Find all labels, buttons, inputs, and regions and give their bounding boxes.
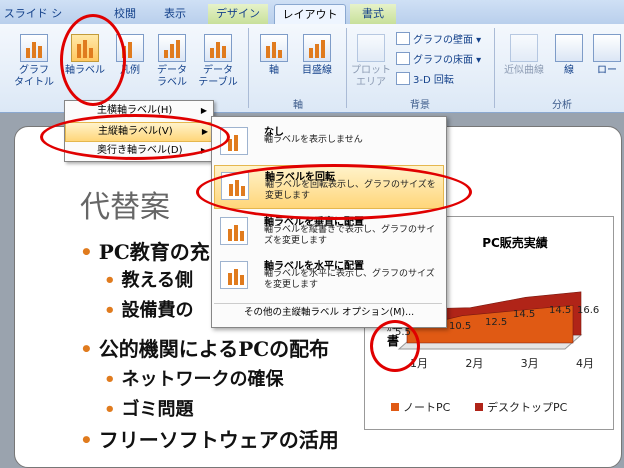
axes-group-label: 軸	[293, 100, 303, 111]
axes-button[interactable]: 軸	[256, 34, 292, 77]
submenu-arrow-icon: ▶	[200, 106, 207, 115]
trendline-label: 近似曲線	[504, 65, 544, 76]
lines-icon	[555, 34, 583, 62]
annotation-circle	[60, 14, 126, 106]
chart-wall-button[interactable]: グラフの壁面 ▾	[396, 32, 481, 48]
data-label: 12.5	[485, 317, 507, 328]
data-label: 16.6	[577, 305, 599, 316]
data-label: 14.5	[549, 305, 571, 316]
gridlines-label: 目盛線	[302, 65, 332, 76]
option-none[interactable]: なし 軸ラベルを表示しません	[214, 121, 442, 163]
chart-title-button[interactable]: グラフ タイトル	[10, 34, 58, 89]
plot-area-icon	[357, 34, 385, 62]
tab-slideshow[interactable]: スライド ショー	[2, 4, 64, 40]
chart-title-label: グラフ タイトル	[14, 65, 54, 88]
data-label: 14.5	[513, 309, 535, 320]
background-group-label: 背景	[410, 100, 430, 111]
rotation-3d-icon	[396, 72, 410, 85]
chart-floor-icon	[396, 52, 410, 65]
data-labels-label: データ ラベル	[157, 65, 187, 88]
slide-title[interactable]: 代替案	[80, 182, 170, 226]
annotation-circle	[196, 164, 472, 220]
data-table-button[interactable]: データ テーブル	[196, 34, 240, 89]
bullet-item[interactable]: • 教える側	[104, 266, 193, 292]
updown-bars-button[interactable]: ロー	[590, 34, 624, 77]
lines-button[interactable]: 線	[554, 34, 584, 77]
annotation-circle	[370, 320, 420, 372]
tab-format[interactable]: 書式	[350, 4, 396, 24]
legend-swatch	[391, 403, 399, 411]
vertical-title-icon	[220, 217, 248, 245]
trendline-icon	[510, 34, 538, 62]
legend-entry: デスクトップPC	[487, 400, 568, 414]
horizontal-title-icon	[220, 261, 248, 289]
lines-label: 線	[564, 65, 574, 76]
trendline-button[interactable]: 近似曲線	[500, 34, 548, 77]
plot-area-button[interactable]: プロット エリア	[350, 34, 392, 89]
bullet-item[interactable]: • PC教育の充	[80, 236, 210, 265]
tab-view[interactable]: 表示	[158, 4, 192, 24]
option-horizontal-title[interactable]: 軸ラベルを水平に配置 軸ラベルを水平に表示し、グラフのサイズを変更します	[214, 255, 442, 297]
tab-layout[interactable]: レイアウト	[274, 4, 346, 25]
updown-bars-label: ロー	[597, 65, 617, 76]
chart-title: PC販売実績	[482, 235, 548, 250]
data-labels-button[interactable]: データ ラベル	[150, 34, 194, 89]
gridlines-button[interactable]: 目盛線	[294, 34, 340, 77]
group-separator	[494, 28, 495, 108]
plot-area-label: プロット エリア	[351, 65, 391, 88]
rotation-3d-button[interactable]: 3-D 回転	[396, 72, 454, 88]
data-labels-icon	[158, 34, 186, 62]
x-tick-label: 2月	[465, 357, 483, 370]
group-separator	[346, 28, 347, 108]
axes-label: 軸	[269, 65, 279, 76]
updown-bars-icon	[593, 34, 621, 62]
bullet-item[interactable]: • 設備費の	[104, 296, 194, 322]
analysis-group-label: 分析	[552, 100, 572, 111]
bullet-item[interactable]: • ネットワークの確保	[104, 365, 284, 391]
gridlines-icon	[303, 34, 331, 62]
chart-floor-label: グラフの床面	[413, 55, 473, 66]
x-tick-label: 3月	[521, 357, 539, 370]
chart-wall-label: グラフの壁面	[413, 35, 473, 46]
chart-floor-button[interactable]: グラフの床面 ▾	[396, 52, 481, 68]
x-tick-label: 4月	[576, 357, 594, 370]
tab-design[interactable]: デザイン	[208, 4, 268, 24]
axes-icon	[260, 34, 288, 62]
tab-review[interactable]: 校閲	[108, 4, 142, 24]
chart-title-icon	[20, 34, 48, 62]
annotation-circle	[40, 114, 230, 160]
group-separator	[248, 28, 249, 108]
chart-wall-icon	[396, 32, 410, 45]
data-label: 10.5	[449, 321, 471, 332]
vertical-axis-title-submenu: なし 軸ラベルを表示しません 軸ラベルを回転 軸ラベルを回転表示し、グラフのサイズを…	[211, 116, 447, 328]
bullet-item[interactable]: • ゴミ問題	[104, 395, 194, 421]
data-table-label: データ テーブル	[198, 65, 238, 88]
legend-swatch	[475, 403, 483, 411]
bullet-item[interactable]: • 公的機関によるPCの配布	[80, 333, 329, 362]
data-table-icon	[204, 34, 232, 62]
rotation-3d-label: 3-D 回転	[413, 75, 454, 86]
legend-entry: ノートPC	[403, 401, 451, 414]
more-vertical-axis-title-options[interactable]: その他の主縦軸ラベル オプション(M)...	[214, 303, 442, 322]
